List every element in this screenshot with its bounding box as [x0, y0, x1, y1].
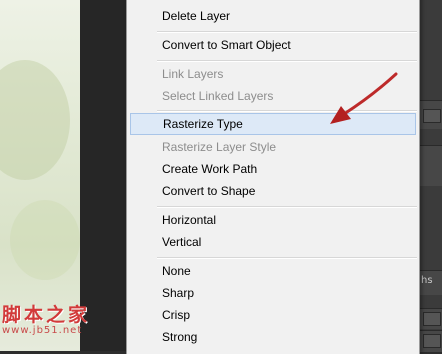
layers-panel-row[interactable] — [419, 330, 442, 352]
menu-item-rasterize-type[interactable]: Rasterize Type — [130, 113, 416, 135]
menu-item-rasterize-layer-style: Rasterize Layer Style — [162, 140, 277, 154]
site-watermark: 脚本之家 www.jb51.net — [2, 300, 132, 336]
menu-item-link-layers: Link Layers — [162, 67, 224, 81]
menu-separator — [157, 60, 417, 62]
menu-item-select-linked-layers: Select Linked Layers — [162, 89, 274, 103]
panel-background — [80, 0, 126, 351]
layers-panel-row[interactable] — [419, 145, 442, 186]
layer-thumbnail — [423, 109, 441, 123]
menu-item-convert-to-smart-object[interactable]: Convert to Smart Object — [129, 34, 417, 56]
menu-separator — [157, 110, 417, 112]
menu-item-strong[interactable]: Strong — [129, 326, 417, 348]
menu-item-vertical[interactable]: Vertical — [129, 231, 417, 253]
menu-item-sharp[interactable]: Sharp — [129, 282, 417, 304]
menu-item-convert-to-shape[interactable]: Convert to Shape — [129, 180, 417, 202]
document-canvas — [0, 0, 80, 351]
menu-item-none[interactable]: None — [129, 260, 417, 282]
layer-context-menu: Delete Layer Convert to Smart Object Lin… — [126, 0, 420, 354]
layers-panel-row[interactable] — [419, 308, 442, 329]
watermark-url: www.jb51.net — [2, 325, 83, 336]
layers-panel-edge: hs — [418, 0, 442, 352]
menu-separator — [157, 257, 417, 259]
canvas-texture — [10, 200, 80, 280]
layers-panel-row[interactable]: hs — [419, 270, 442, 295]
menu-item-create-work-path[interactable]: Create Work Path — [129, 158, 417, 180]
menu-item-crisp[interactable]: Crisp — [129, 304, 417, 326]
canvas-texture — [0, 60, 70, 180]
menu-item-delete-layer[interactable]: Delete Layer — [129, 5, 417, 27]
menu-item-horizontal[interactable]: Horizontal — [129, 209, 417, 231]
menu-separator — [157, 206, 417, 208]
menu-separator — [157, 31, 417, 33]
layers-panel-row[interactable] — [419, 100, 442, 129]
layer-thumbnail — [423, 334, 441, 348]
panel-partial-label: hs — [421, 275, 433, 286]
layer-thumbnail — [423, 312, 441, 326]
watermark-chinese: 脚本之家 — [2, 304, 91, 326]
